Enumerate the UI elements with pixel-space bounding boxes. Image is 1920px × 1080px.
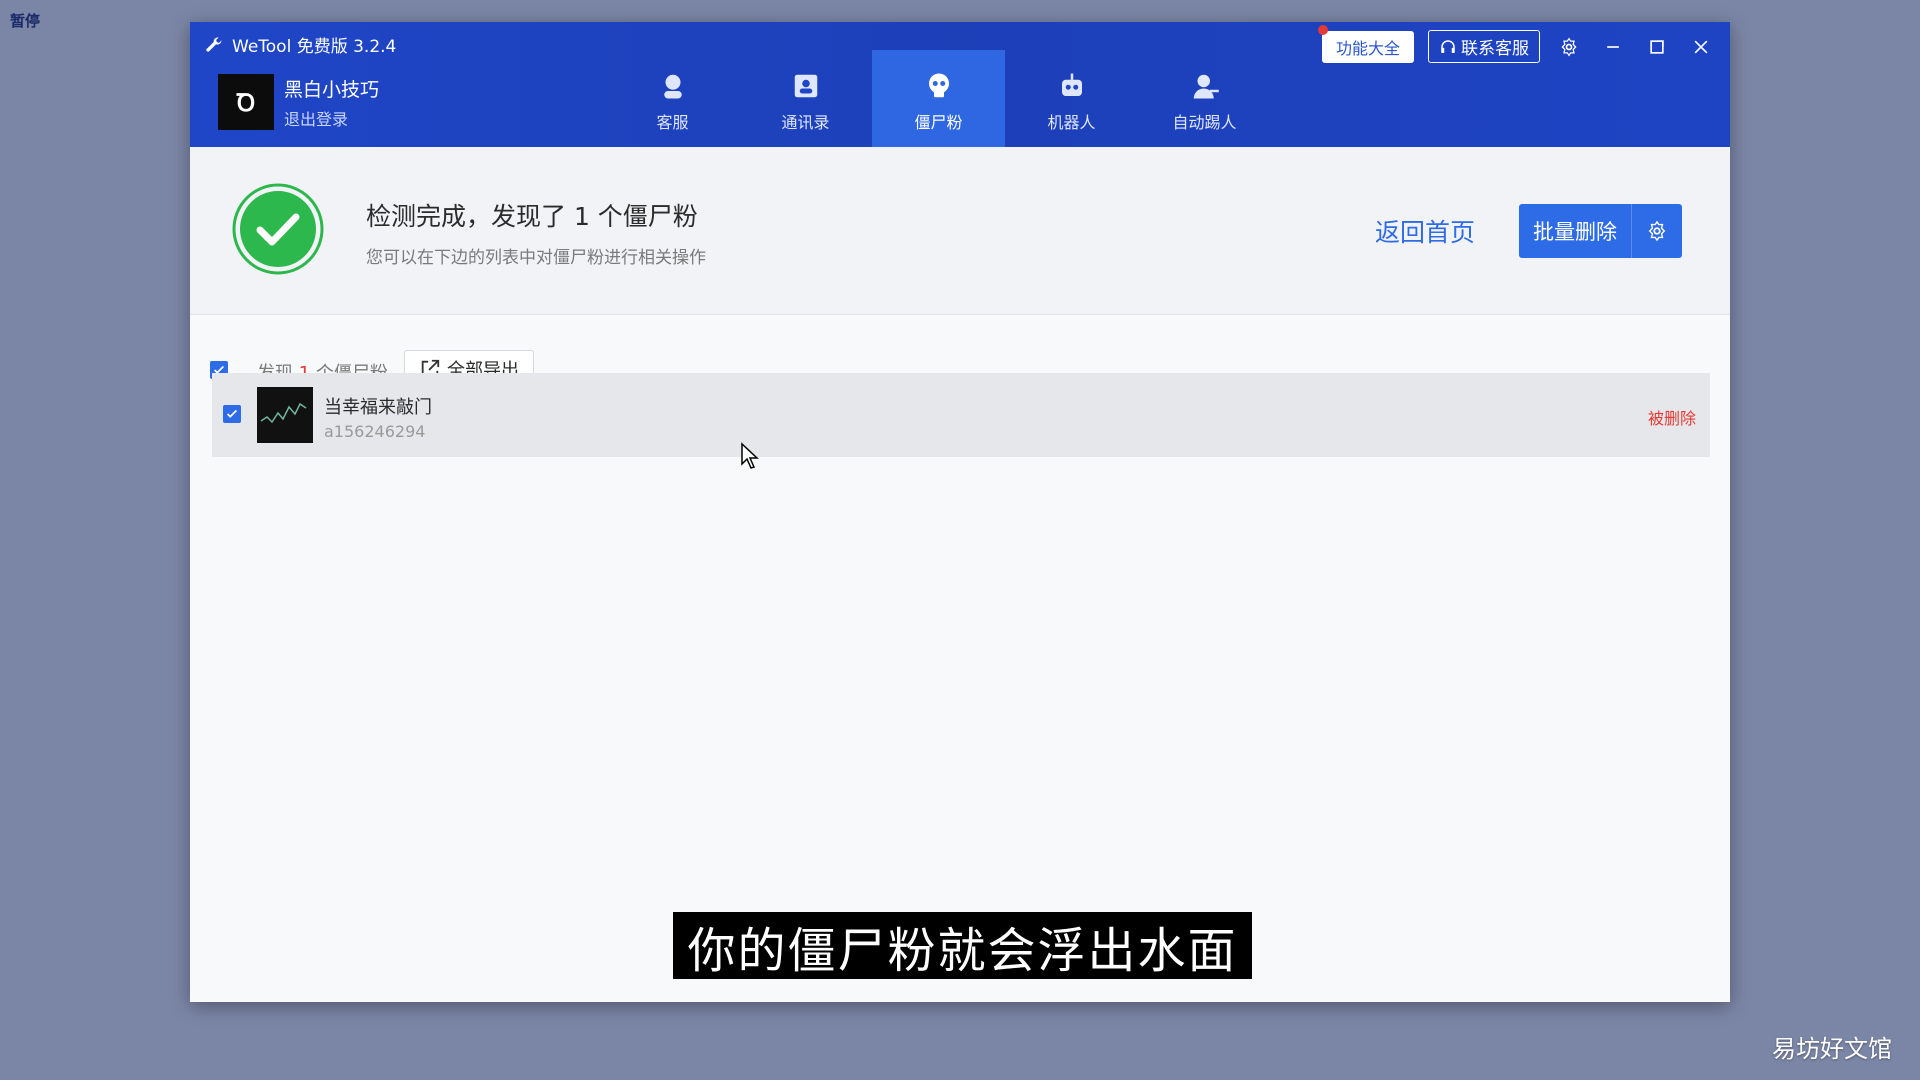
features-label: 功能大全	[1335, 38, 1400, 58]
status-badge: 被删除	[1647, 409, 1696, 428]
settings-button[interactable]	[1554, 32, 1584, 62]
avatar-image	[260, 402, 307, 424]
skull-icon	[928, 73, 949, 98]
contacts-icon	[794, 74, 817, 98]
nav-label: 自动踢人	[1172, 113, 1237, 132]
wrench-icon	[206, 36, 222, 52]
contact-service-button[interactable]: 联系客服	[1428, 30, 1540, 63]
account-name: 黑白小技巧	[284, 78, 380, 101]
maximize-icon	[1650, 39, 1664, 54]
list-item[interactable]: 当幸福来敲门 a156246294 被删除	[212, 373, 1710, 457]
back-home-link[interactable]: 返回首页	[1375, 213, 1475, 249]
mouse-cursor-icon	[741, 442, 759, 469]
contact-service-label: 联系客服	[1461, 39, 1529, 59]
result-panel: 检测完成，发现了 1 个僵尸粉 您可以在下边的列表中对僵尸粉进行相关操作 返回首…	[190, 147, 1730, 315]
nav-label: 僵尸粉	[914, 113, 963, 132]
nav-item-service[interactable]: 客服	[606, 50, 739, 147]
gear-icon	[1648, 220, 1666, 242]
result-subtitle: 您可以在下边的列表中对僵尸粉进行相关操作	[366, 248, 706, 268]
video-caption: 你的僵尸粉就会浮出水面	[673, 912, 1252, 979]
nav-label: 客服	[656, 113, 689, 132]
gear-icon	[1561, 37, 1577, 56]
nav-label: 机器人	[1047, 113, 1096, 132]
watermark: 易坊好文馆	[1772, 1035, 1892, 1063]
result-title: 检测完成，发现了 1 个僵尸粉	[366, 202, 698, 231]
close-icon	[1694, 40, 1708, 53]
account-avatar: Ꝺ	[218, 74, 274, 130]
account-area: Ꝺ 黑白小技巧 退出登录	[218, 74, 379, 130]
robot-icon	[1061, 73, 1082, 96]
corner-tag: 暂停	[10, 12, 41, 30]
contact-name: 当幸福来敲门	[324, 397, 432, 418]
title-bar: WeTool 免费版 3.2.4 Ꝺ 黑白小技巧 退出登录 客服 通讯录 僵尸粉	[190, 22, 1730, 147]
features-button[interactable]: 功能大全	[1317, 24, 1414, 63]
nav-item-robot[interactable]: 机器人	[1005, 50, 1138, 147]
kick-user-icon	[1193, 74, 1219, 99]
nav-item-auto-kick[interactable]: 自动踢人	[1138, 50, 1271, 147]
nav-item-contacts[interactable]: 通讯录	[739, 50, 872, 147]
batch-delete-group: 批量删除	[1519, 204, 1682, 258]
contact-id: a156246294	[324, 422, 426, 441]
headset-icon	[1441, 39, 1455, 53]
minimize-icon	[1607, 45, 1619, 48]
batch-delete-button[interactable]: 批量删除	[1519, 204, 1631, 258]
nav-label: 通讯录	[781, 113, 830, 132]
app-window: WeTool 免费版 3.2.4 Ꝺ 黑白小技巧 退出登录 客服 通讯录 僵尸粉	[190, 22, 1730, 1002]
app-title-text: WeTool 免费版 3.2.4	[232, 37, 397, 57]
main-nav: 客服 通讯录 僵尸粉 机器人 自动踢人	[606, 50, 1271, 147]
minimize-button[interactable]	[1598, 32, 1628, 62]
app-title: WeTool 免费版 3.2.4	[204, 32, 396, 57]
service-icon	[663, 74, 682, 99]
avatar	[257, 387, 313, 443]
logout-link[interactable]: 退出登录	[284, 106, 379, 130]
nav-item-zombie[interactable]: 僵尸粉	[872, 50, 1005, 147]
notification-dot	[1317, 24, 1328, 35]
row-checkbox[interactable]	[223, 405, 241, 423]
maximize-button[interactable]	[1642, 32, 1672, 62]
check-circle-icon	[232, 183, 324, 275]
title-actions: 功能大全 联系客服	[1317, 24, 1716, 63]
close-button[interactable]	[1686, 32, 1716, 62]
batch-settings-button[interactable]	[1631, 204, 1682, 258]
check-icon	[227, 409, 237, 418]
